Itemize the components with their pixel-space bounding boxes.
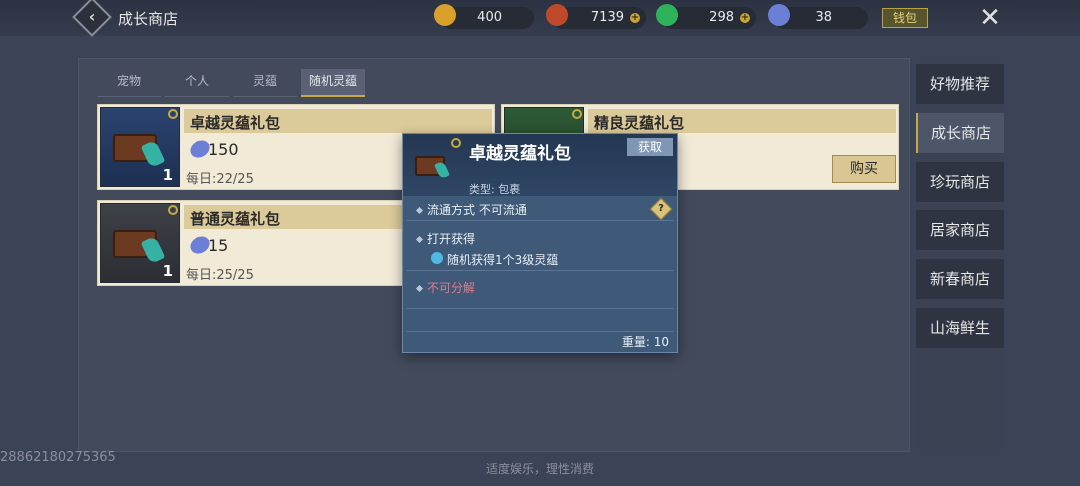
gold-coin-icon	[434, 4, 456, 26]
side-item-home-shop[interactable]: 居家商店	[916, 210, 1004, 250]
divider	[407, 270, 673, 271]
question-icon[interactable]: ?	[649, 197, 673, 221]
gem-icon	[140, 235, 166, 265]
tab-lingyun[interactable]: 灵蕴	[233, 69, 297, 97]
bullet-icon	[415, 235, 424, 244]
item-thumbnail: 1	[100, 203, 180, 283]
get-button[interactable]: 获取	[627, 138, 673, 156]
currency-jade-value: 298	[709, 10, 734, 25]
page-title: 成长商店	[118, 10, 179, 28]
back-arrow-icon: ‹	[88, 7, 96, 26]
bullet-icon	[415, 284, 424, 293]
currency-copper: 7139 +	[546, 4, 646, 29]
daily-limit: 每日:22/25	[186, 172, 254, 187]
top-bar: ‹ 成长商店 400 7139 + 298 + 38 钱包 ✕	[0, 0, 1080, 37]
currency-gold: 400	[434, 4, 534, 29]
add-copper-icon[interactable]: +	[630, 13, 640, 23]
item-thumbnail: 1	[100, 107, 180, 187]
circulation-row: 流通方式 不可流通	[415, 201, 527, 218]
tab-personal[interactable]: 个人	[165, 69, 229, 97]
item-name: 普通灵蕴礼包	[190, 210, 281, 228]
divider	[407, 331, 673, 332]
link-icon	[451, 138, 461, 148]
item-price: 15	[208, 236, 229, 255]
tab-random-lingyun[interactable]: 随机灵蕴	[301, 69, 365, 97]
wallet-button[interactable]: 钱包	[882, 8, 928, 28]
crystal-icon	[768, 4, 790, 26]
add-jade-icon[interactable]: +	[740, 13, 750, 23]
currency-copper-value: 7139	[590, 10, 624, 25]
link-icon	[572, 109, 582, 119]
no-decompose-text: 不可分解	[427, 281, 476, 295]
side-item-featured[interactable]: 好物推荐	[916, 64, 1004, 104]
tooltip-title: 卓越灵蕴礼包	[469, 144, 571, 164]
daily-limit: 每日:25/25	[186, 268, 254, 283]
side-item-seafood[interactable]: 山海鲜生	[916, 308, 1004, 348]
side-nav: 好物推荐 成长商店 珍玩商店 居家商店 新春商店 山海鲜生	[916, 62, 1004, 452]
footer-note: 适度娱乐，理性消费	[485, 462, 594, 476]
currency-gold-value: 400	[477, 10, 502, 25]
item-weight: 重量: 10	[621, 335, 669, 349]
lingyun-icon	[431, 252, 443, 264]
side-item-new-year-shop[interactable]: 新春商店	[916, 259, 1004, 299]
gem-icon	[434, 160, 450, 180]
jade-coin-icon	[656, 4, 678, 26]
circulation-text: 流通方式 不可流通	[427, 203, 527, 217]
divider	[407, 220, 673, 221]
open-reward-detail: 随机获得1个3级灵蕴	[447, 253, 559, 267]
gem-icon	[140, 139, 166, 169]
link-icon	[168, 205, 178, 215]
side-item-curio-shop[interactable]: 珍玩商店	[916, 162, 1004, 202]
item-type: 类型: 包裹	[469, 183, 521, 196]
currency-crystal: 38	[768, 4, 868, 29]
bullet-icon	[415, 206, 424, 215]
item-tooltip: 卓越灵蕴礼包 获取 类型: 包裹 流通方式 不可流通 ? 打开获得 随机获得1个…	[402, 133, 678, 353]
open-reward-row: 打开获得	[415, 230, 476, 247]
tab-pet[interactable]: 宠物	[97, 69, 161, 97]
currency-jade: 298 +	[656, 4, 756, 29]
buy-button[interactable]: 购买	[832, 155, 896, 183]
divider	[407, 308, 673, 309]
back-button[interactable]: ‹	[72, 0, 112, 37]
tooltip-thumbnail	[413, 148, 453, 184]
item-name: 精良灵蕴礼包	[594, 114, 685, 132]
item-count: 1	[162, 166, 173, 184]
item-name: 卓越灵蕴礼包	[190, 114, 281, 132]
close-icon[interactable]: ✕	[975, 3, 1005, 33]
user-id: 28862180275365	[0, 450, 116, 465]
item-price: 150	[208, 140, 239, 159]
copper-coin-icon	[546, 4, 568, 26]
link-icon	[168, 109, 178, 119]
currency-crystal-value: 38	[815, 10, 832, 25]
side-item-growth-shop[interactable]: 成长商店	[916, 113, 1004, 153]
item-count: 1	[162, 262, 173, 280]
open-reward-title: 打开获得	[427, 232, 476, 246]
no-decompose-row: 不可分解	[415, 279, 476, 296]
